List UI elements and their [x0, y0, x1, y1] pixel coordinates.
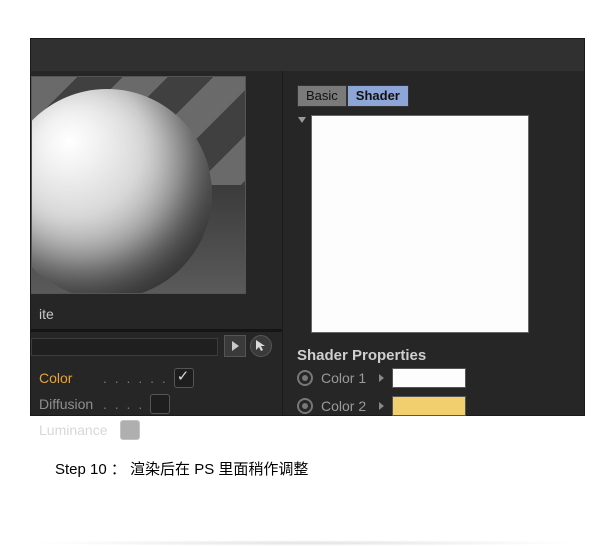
- cursor-icon: [254, 339, 268, 353]
- material-panel: ite Color . . . . . . Diffusion: [31, 71, 282, 415]
- divider-bar: [31, 329, 282, 332]
- channel-label: Diffusion: [39, 396, 97, 412]
- property-label: Color 2: [321, 398, 379, 414]
- material-preview[interactable]: [31, 76, 246, 294]
- channel-color[interactable]: Color . . . . . .: [39, 365, 276, 391]
- color-swatch-2[interactable]: [392, 396, 466, 416]
- play-button[interactable]: [224, 335, 246, 357]
- channel-checkbox[interactable]: [150, 394, 170, 414]
- channel-checkbox[interactable]: [174, 368, 194, 388]
- material-name[interactable]: ite: [39, 303, 276, 325]
- channel-list: Color . . . . . . Diffusion . . . . Lumi…: [39, 365, 276, 443]
- toolrow-track: [31, 338, 218, 356]
- tab-bar: BasicShader: [297, 85, 570, 107]
- radio-icon[interactable]: [297, 398, 313, 414]
- shader-preview[interactable]: [311, 115, 529, 333]
- material-toolrow: [31, 335, 276, 357]
- shader-panel: BasicShader Shader Properties Color 1 Co…: [283, 71, 584, 415]
- channel-dots: . . . . . .: [103, 370, 168, 386]
- window-frame: ite Color . . . . . . Diffusion: [30, 38, 585, 416]
- expand-icon[interactable]: [379, 402, 384, 410]
- radio-icon[interactable]: [297, 370, 313, 386]
- app-window: ite Color . . . . . . Diffusion: [30, 38, 585, 416]
- picker-button[interactable]: [250, 335, 272, 357]
- channel-luminance[interactable]: Luminance: [39, 417, 276, 443]
- channel-label: Color: [39, 370, 97, 386]
- shader-preview-wrap: [297, 115, 570, 335]
- channel-diffusion[interactable]: Diffusion . . . .: [39, 391, 276, 417]
- tab-basic[interactable]: Basic: [297, 85, 347, 107]
- disclosure-triangle-icon[interactable]: [298, 117, 306, 123]
- property-row-color2: Color 2: [297, 392, 570, 420]
- property-row-color1: Color 1: [297, 364, 570, 392]
- channel-label: Luminance: [39, 422, 108, 438]
- section-title: Shader Properties: [297, 347, 570, 364]
- tab-shader[interactable]: Shader: [347, 85, 409, 107]
- top-strip: [31, 39, 584, 71]
- channel-dots: . . . .: [103, 396, 144, 412]
- color-swatch-1[interactable]: [392, 368, 466, 388]
- bottom-blur: [30, 540, 585, 546]
- expand-icon[interactable]: [379, 374, 384, 382]
- step-caption: Step 10 ： 渲染后在 PS 里面稍作调整: [55, 458, 308, 479]
- property-label: Color 1: [321, 370, 379, 386]
- channel-checkbox[interactable]: [120, 420, 140, 440]
